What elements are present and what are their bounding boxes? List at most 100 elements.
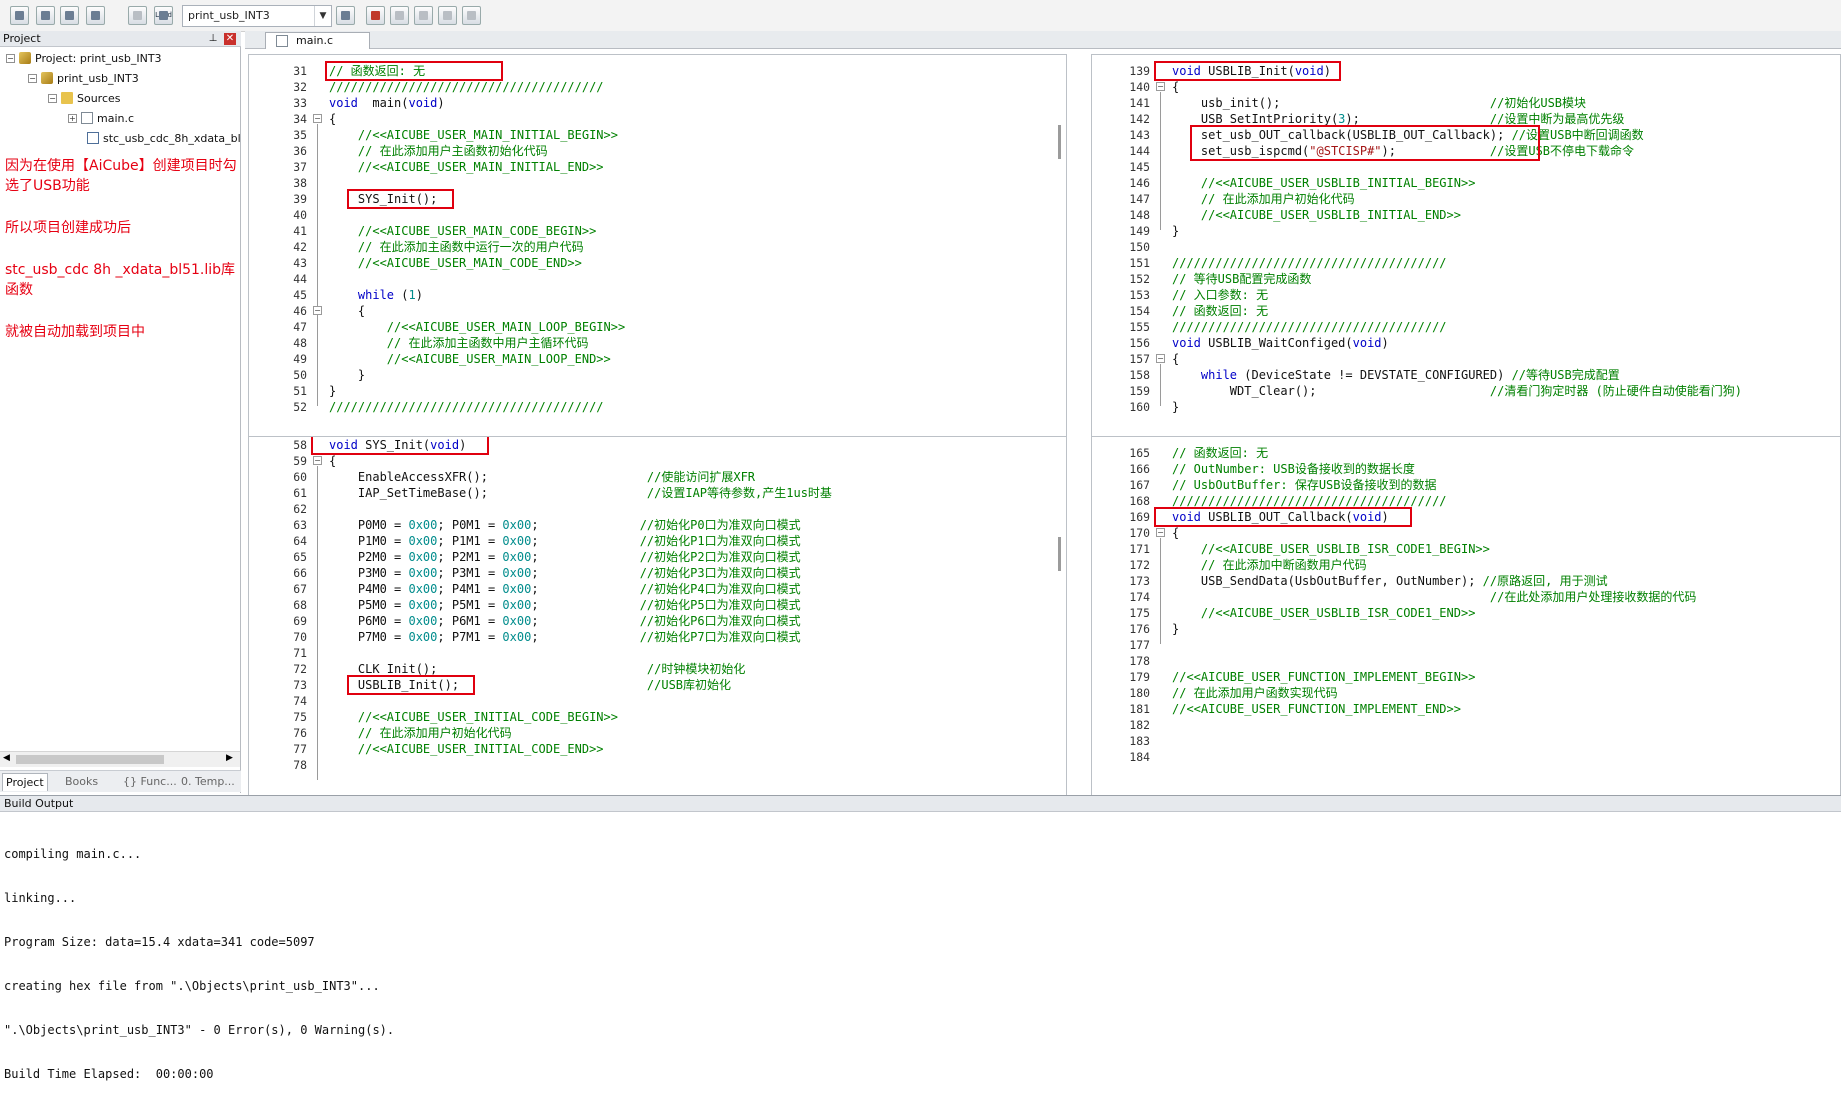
scrollbar-thumb[interactable]: [16, 755, 164, 764]
line-number: 69: [293, 614, 307, 628]
code-line: USB_SetIntPriority(3); //设置中断为最高优先级: [1172, 112, 1625, 126]
code-text[interactable]: void SYS_Init(void) { EnableAccessXFR(); …: [329, 437, 832, 773]
fold-collapse-icon[interactable]: −: [1156, 354, 1165, 363]
line-number: 60: [293, 470, 307, 484]
scrollbar-thumb[interactable]: [1058, 537, 1061, 571]
line-number: 70: [293, 630, 307, 644]
code-line: //////////////////////////////////////: [329, 400, 604, 414]
stop-build-icon[interactable]: [128, 6, 147, 25]
line-number: 148: [1129, 208, 1150, 222]
fold-collapse-icon[interactable]: −: [313, 306, 322, 315]
code-line: void USBLIB_WaitConfiged(void): [1172, 336, 1389, 350]
code-line: // 在此添加用户初始化代码: [329, 726, 512, 740]
scroll-right-icon[interactable]: ▶: [226, 753, 233, 763]
close-icon[interactable]: ✕: [224, 33, 236, 45]
tree-item-usb-lib[interactable]: stc_usb_cdc_8h_xdata_bl: [87, 130, 241, 148]
code-line: P5M0 = 0x00; P5M1 = 0x00; //初始化P5口为准双向口模…: [329, 598, 801, 612]
scroll-left-icon[interactable]: ◀: [3, 753, 10, 763]
fold-collapse-icon[interactable]: −: [313, 456, 322, 465]
tab-books[interactable]: Books: [62, 773, 101, 791]
code-text[interactable]: // 函数返回: 无 // OutNumber: USB设备接收到的数据长度 // …: [1172, 445, 1696, 765]
line-number: 146: [1129, 176, 1150, 190]
collapse-icon[interactable]: −: [48, 94, 57, 103]
code-line: // 在此添加用户主函数初始化代码: [329, 144, 548, 158]
manage-packs-icon[interactable]: [414, 6, 433, 25]
code-pane-usblib-init[interactable]: 139 140 141 142 143 144 145 146 147 148 149 150 151 1…: [1091, 54, 1841, 446]
fold-collapse-icon[interactable]: −: [1156, 82, 1165, 91]
build-icon[interactable]: [36, 6, 55, 25]
scrollbar-thumb[interactable]: [1058, 125, 1061, 159]
code-text[interactable]: void USBLIB_Init(void) { usb_init(); //初始…: [1172, 63, 1742, 415]
manage-components-icon[interactable]: [366, 6, 385, 25]
line-number: 154: [1129, 304, 1150, 318]
event-recorder-icon[interactable]: [462, 6, 481, 25]
tree-item-project-root[interactable]: − Project: print_usb_INT3: [6, 50, 162, 68]
collapse-icon[interactable]: −: [6, 54, 15, 63]
line-number: 160: [1129, 400, 1150, 414]
project-horizontal-scrollbar[interactable]: ◀ ▶: [0, 751, 240, 767]
line-number: 155: [1129, 320, 1150, 334]
target-select[interactable]: print_usb_INT3 ▼: [182, 5, 332, 27]
fold-guide: [1160, 92, 1161, 230]
code-text[interactable]: // 函数返回: 无 //////////////////////////////…: [329, 63, 625, 415]
tab-project[interactable]: Project: [2, 773, 48, 791]
line-number: 58: [293, 438, 307, 452]
tab-templates[interactable]: 0. Temp...: [178, 773, 238, 791]
chevron-down-icon[interactable]: ▼: [314, 6, 331, 26]
code-line: P1M0 = 0x00; P1M1 = 0x00; //初始化P1口为准双向口模…: [329, 534, 801, 548]
code-line: //<<AICUBE_USER_USBLIB_INITIAL_END>>: [1172, 208, 1461, 222]
code-line: }: [329, 384, 337, 398]
line-number: 38: [293, 176, 307, 190]
vertical-scrollbar[interactable]: [1056, 55, 1066, 445]
fold-collapse-icon[interactable]: −: [313, 114, 322, 123]
code-line: //<<AICUBE_USER_FUNCTION_IMPLEMENT_END>>: [1172, 702, 1461, 716]
code-pane-main[interactable]: 31 32 33 34 35 36 37 38 39 40 41 42 43 44 45 46 47 48 49 50…: [248, 54, 1067, 446]
tab-main-c[interactable]: main.c: [265, 32, 370, 49]
line-number: 75: [293, 710, 307, 724]
fold-guide: [317, 316, 318, 374]
code-line: // 入口参数: 无: [1172, 288, 1269, 302]
collapse-icon[interactable]: −: [28, 74, 37, 83]
code-line: // 在此添加中断函数用户代码: [1172, 558, 1367, 572]
translate-icon[interactable]: [10, 6, 29, 25]
pack-installer-icon[interactable]: [438, 6, 457, 25]
tree-item-sources[interactable]: − Sources: [48, 90, 121, 108]
line-number: 37: [293, 160, 307, 174]
line-number: 169: [1129, 510, 1150, 524]
fold-guide: [1160, 538, 1161, 644]
line-number: 147: [1129, 192, 1150, 206]
select-packs-icon[interactable]: [390, 6, 409, 25]
build-output-log[interactable]: compiling main.c... linking... Program S…: [4, 818, 394, 1110]
expand-icon[interactable]: +: [68, 114, 77, 123]
fold-collapse-icon[interactable]: −: [1156, 528, 1165, 537]
project-panel-title: Project: [3, 32, 41, 45]
tab-label: main.c: [296, 34, 334, 47]
line-number: 176: [1129, 622, 1150, 636]
load-icon[interactable]: Load: [154, 6, 173, 25]
pin-icon[interactable]: ⊥: [207, 33, 219, 45]
tree-item-main-c[interactable]: + main.c: [68, 110, 134, 128]
batch-build-icon[interactable]: [86, 6, 105, 25]
line-number: 140: [1129, 80, 1150, 94]
code-pane-out-callback[interactable]: 165 166 167 168 169 170 171 172 173 174 175 176 177 1…: [1091, 436, 1841, 822]
line-number: 145: [1129, 160, 1150, 174]
editor-area: main.c 31 32 33 34 35 36 37 38 39 40 41 42 43 44 45 46 4…: [245, 31, 1841, 822]
line-number: 67: [293, 582, 307, 596]
code-line: P3M0 = 0x00; P3M1 = 0x00; //初始化P3口为准双向口模…: [329, 566, 801, 580]
vertical-scrollbar[interactable]: [1056, 437, 1066, 821]
line-number: 73: [293, 678, 307, 692]
code-line: //<<AICUBE_USER_USBLIB_ISR_CODE1_BEGIN>>: [1172, 542, 1490, 556]
target-options-icon[interactable]: [336, 6, 355, 25]
build-log-line: ".\Objects\print_usb_INT3" - 0 Error(s),…: [4, 1023, 395, 1037]
build-output-header: Build Output: [0, 796, 1841, 812]
rebuild-icon[interactable]: [60, 6, 79, 25]
tree-item-target[interactable]: − print_usb_INT3: [28, 70, 139, 88]
folder-icon: [61, 92, 73, 104]
code-pane-sys-init[interactable]: 58 59 60 61 62 63 64 65 66 67 68 69 70 71 72 73 74 75 76 77…: [248, 436, 1067, 822]
code-line: set_usb_OUT_callback(USBLIB_OUT_Callback…: [1172, 128, 1644, 142]
code-line: // 等待USB配置完成函数: [1172, 272, 1312, 286]
tab-functions[interactable]: {} Func...: [120, 773, 180, 791]
